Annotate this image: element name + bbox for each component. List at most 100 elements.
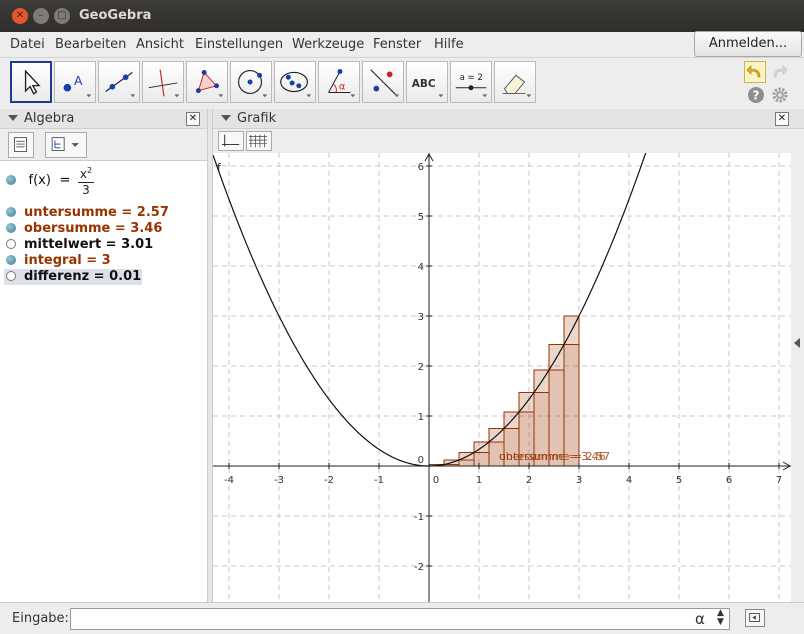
collapse-algebra-icon[interactable]	[8, 115, 18, 121]
input-label: Eingabe:	[12, 611, 69, 626]
minimize-window-button[interactable]: –	[33, 8, 49, 24]
grid-toggle-button[interactable]	[246, 131, 272, 151]
polygon-tool[interactable]	[186, 61, 228, 103]
visibility-toggle[interactable]	[6, 239, 16, 249]
svg-text:A: A	[74, 74, 83, 88]
input-field[interactable]	[70, 608, 730, 630]
collapse-graphics-icon[interactable]	[221, 115, 231, 121]
algebra-view: f(x) = x2 3 untersumme = 2.57 obersumme …	[0, 161, 207, 602]
mittelwert-row[interactable]: mittelwert = 3.01	[6, 237, 153, 253]
x-tick-label: 3	[576, 475, 582, 486]
title-bar: ✕ – □ GeoGebra	[0, 0, 804, 32]
slider-tool-label: a = 2	[460, 73, 483, 83]
move-tool[interactable]	[10, 61, 52, 103]
menu-werkzeuge[interactable]: Werkzeuge	[292, 37, 364, 52]
redo-icon[interactable]	[768, 61, 790, 83]
svg-text:?: ?	[753, 89, 760, 103]
point-tool[interactable]: A	[54, 61, 96, 103]
expand-side-panel-icon[interactable]	[794, 338, 800, 348]
graphics-panel-title: Grafik	[237, 111, 277, 126]
graphics-view[interactable]: -4 -3 -2 -1 0 1 2 3 4 5 6 7 6 5 4 3 2 1 0 -1 -2 f obersumme = …	[213, 153, 791, 602]
sort-objects-button[interactable]	[45, 132, 87, 158]
close-graphics-button[interactable]: ✕	[775, 112, 789, 126]
close-algebra-button[interactable]: ✕	[186, 112, 200, 126]
axes-toggle-button[interactable]	[218, 131, 244, 151]
maximize-window-button[interactable]: □	[54, 8, 70, 24]
angle-tool[interactable]: α	[318, 61, 360, 103]
function-curve	[213, 153, 647, 467]
function-label: f(x)	[28, 173, 51, 188]
y-tick-label: 3	[418, 312, 424, 323]
menu-bar: Datei Bearbeiten Ansicht Einstellungen W…	[0, 32, 804, 58]
menu-bearbeiten[interactable]: Bearbeiten	[55, 37, 126, 52]
conic-tool[interactable]	[274, 61, 316, 103]
x-tick-label: -1	[374, 475, 384, 486]
untersumme-text: untersumme = 2.57	[24, 205, 169, 220]
lower-sum-bar	[473, 452, 490, 467]
x-tick-label: 4	[626, 475, 632, 486]
visibility-toggle[interactable]	[6, 255, 16, 265]
x-tick-label: 5	[676, 475, 682, 486]
function-row[interactable]: f(x) =	[6, 173, 74, 189]
x-tick-label: 6	[726, 475, 732, 486]
slider-tool[interactable]: a = 2	[450, 61, 492, 103]
y-tick-label: 6	[418, 162, 424, 173]
auxiliary-objects-button[interactable]	[8, 132, 34, 158]
x-tick-label: 2	[526, 475, 532, 486]
input-bar: Eingabe: α ▲ ▼	[0, 602, 804, 634]
input-spinner-icon[interactable]: ▲ ▼	[717, 609, 724, 627]
x-tick-label: 7	[776, 475, 782, 486]
menu-hilfe[interactable]: Hilfe	[434, 37, 464, 52]
line-tool[interactable]	[98, 61, 140, 103]
x-tick-label: -2	[324, 475, 334, 486]
obersumme-row[interactable]: obersumme = 3.46	[6, 221, 162, 237]
y-tick-label: 2	[418, 362, 424, 373]
menu-ansicht[interactable]: Ansicht	[136, 37, 184, 52]
window-title: GeoGebra	[79, 8, 152, 23]
y-tick-label: 4	[418, 262, 424, 273]
alpha-symbol-button[interactable]: α	[695, 610, 705, 628]
perpendicular-tool[interactable]	[142, 61, 184, 103]
graphics-toolbar	[213, 129, 804, 153]
login-button[interactable]: Anmelden...	[694, 31, 802, 57]
function-curve-label: f	[217, 161, 222, 174]
visibility-toggle[interactable]	[6, 175, 16, 185]
side-panel-strip	[791, 153, 804, 602]
input-help-button[interactable]	[745, 609, 765, 627]
text-tool[interactable]: ABC	[406, 61, 448, 103]
integral-text: integral = 3	[24, 253, 111, 268]
y-tick-label: -1	[414, 512, 424, 523]
gear-icon[interactable]	[771, 86, 789, 104]
graphics-panel-header: Grafik ✕	[213, 109, 804, 129]
menu-einstellungen[interactable]: Einstellungen	[195, 37, 283, 52]
integral-row[interactable]: integral = 3	[6, 253, 111, 269]
eraser-tool[interactable]	[494, 61, 536, 103]
lower-sum-bar	[458, 459, 475, 467]
function-denominator: 3	[82, 183, 90, 197]
function-fraction: x2 3	[78, 166, 94, 197]
undo-icon[interactable]	[744, 61, 766, 83]
close-window-button[interactable]: ✕	[12, 8, 28, 24]
visibility-toggle[interactable]	[6, 207, 16, 217]
untersumme-row[interactable]: untersumme = 2.57	[6, 205, 169, 221]
visibility-toggle[interactable]	[6, 223, 16, 233]
function-numerator: x	[79, 167, 87, 181]
graph-canvas[interactable]: -4 -3 -2 -1 0 1 2 3 4 5 6 76543210-1-2fobersumme = …	[213, 153, 791, 602]
help-icon[interactable]: ?	[747, 86, 765, 104]
menu-fenster[interactable]: Fenster	[373, 37, 421, 52]
algebra-panel-header: Algebra ✕	[0, 109, 207, 129]
menu-datei[interactable]: Datei	[10, 37, 45, 52]
visibility-toggle[interactable]	[6, 271, 16, 281]
algebra-panel-title: Algebra	[24, 111, 75, 126]
y-tick-label: 1	[418, 412, 424, 423]
differenz-row[interactable]: differenz = 0.01	[4, 269, 142, 285]
x-tick-label: -4	[224, 475, 234, 486]
function-exponent: 2	[87, 166, 93, 175]
reflect-tool[interactable]	[362, 61, 404, 103]
x-tick-label: -3	[274, 475, 284, 486]
circle-tool[interactable]	[230, 61, 272, 103]
sum-value-label: untersumme = 2.57	[499, 450, 610, 463]
function-equals: =	[59, 173, 71, 188]
mittelwert-text: mittelwert = 3.01	[24, 237, 154, 252]
differenz-text: differenz = 0.01	[24, 269, 142, 284]
